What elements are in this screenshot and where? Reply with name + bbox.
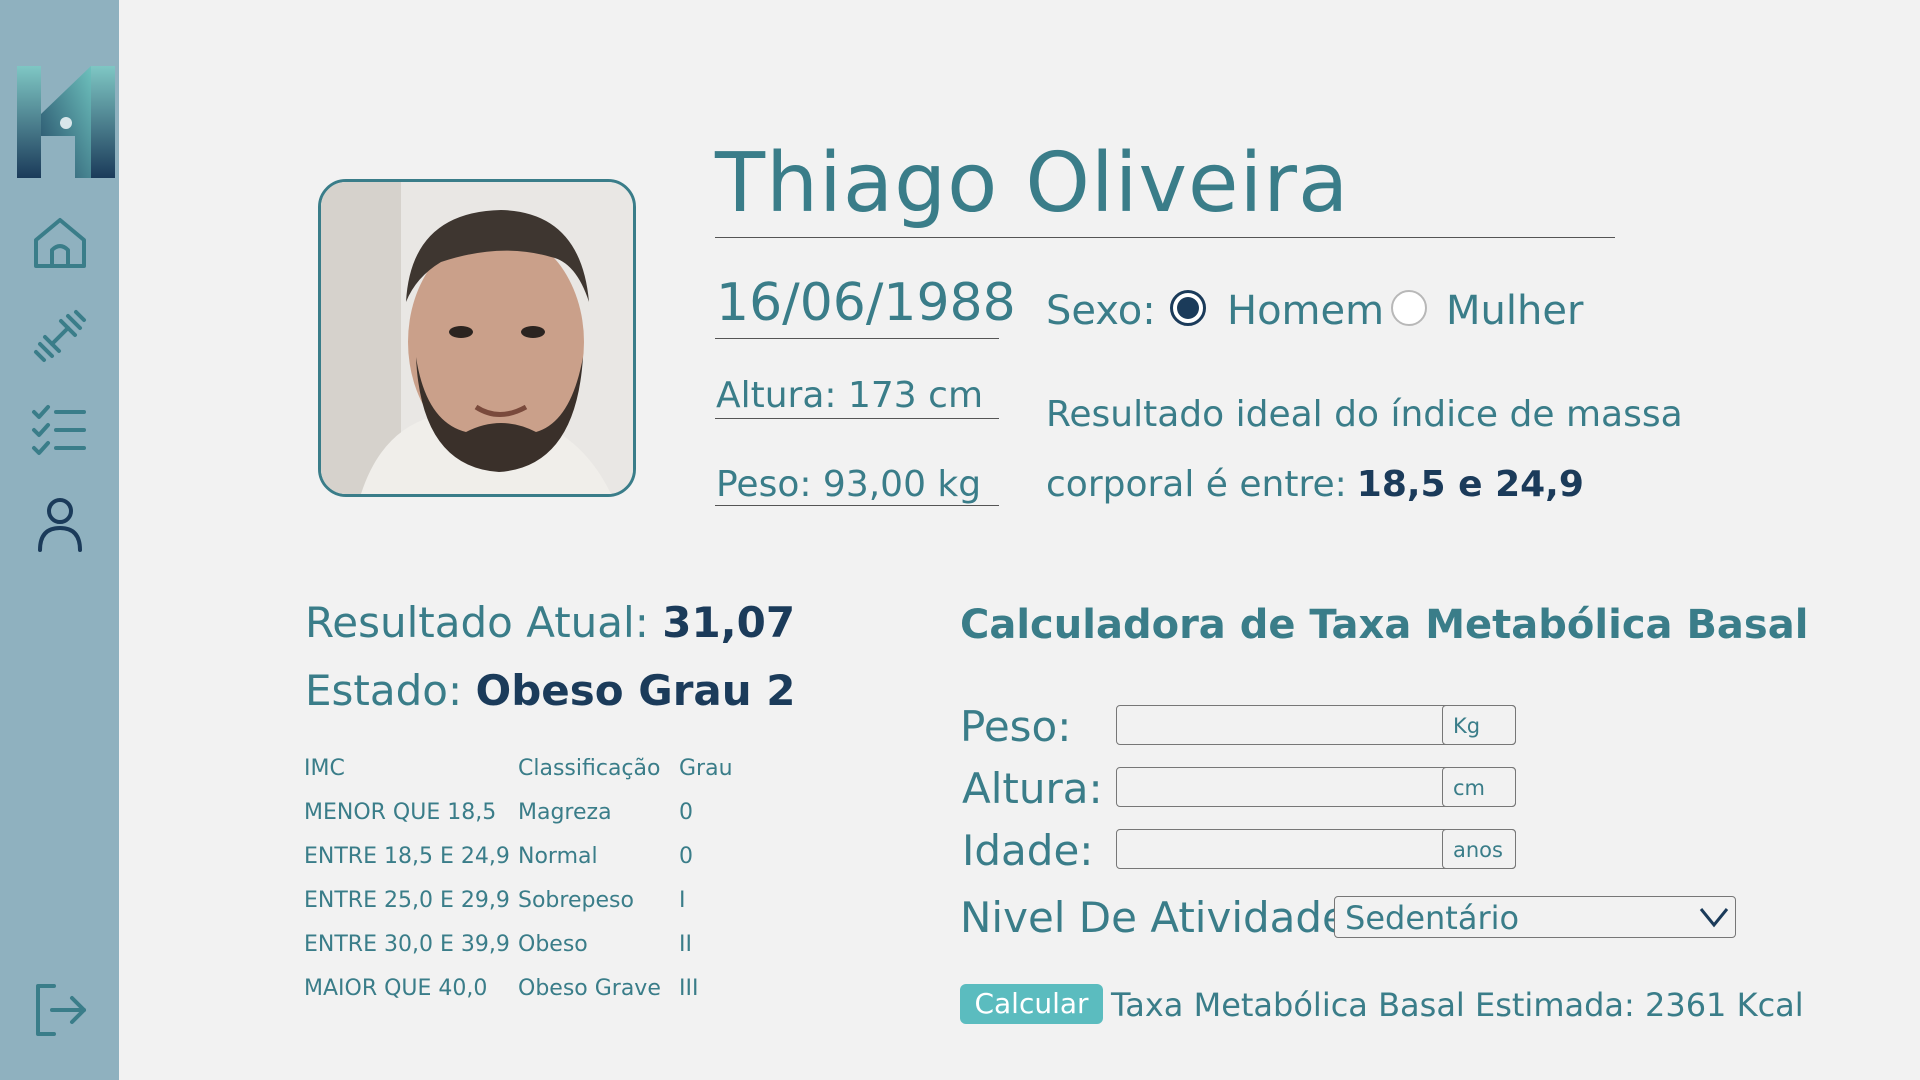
table-row: ENTRE 25,0 E 29,9 Sobrepeso I xyxy=(304,888,739,932)
table-cell: MENOR QUE 18,5 xyxy=(304,800,497,825)
bmr-result: Taxa Metabólica Basal Estimada: 2361 Kca… xyxy=(1111,986,1804,1024)
table-cell: III xyxy=(679,976,699,1001)
table-cell: ENTRE 25,0 E 29,9 xyxy=(304,888,510,913)
bmi-table: IMC Classificação Grau MENOR QUE 18,5 Ma… xyxy=(304,756,739,1020)
activity-label: Nivel De Atividade : xyxy=(960,893,1376,942)
table-cell: MAIOR QUE 40,0 xyxy=(304,976,488,1001)
app-logo xyxy=(17,66,115,178)
radio-homem-label: Homem xyxy=(1227,288,1385,334)
table-cell: Normal xyxy=(518,844,598,869)
checklist-icon[interactable] xyxy=(30,400,90,460)
age-unit: anos xyxy=(1442,829,1516,869)
weight-text: Peso: 93,00 kg xyxy=(716,464,982,505)
table-cell: 0 xyxy=(679,800,693,825)
weight-input[interactable] xyxy=(1117,706,1445,744)
table-row: ENTRE 30,0 E 39,9 Obeso II xyxy=(304,932,739,976)
radio-homem[interactable] xyxy=(1170,290,1206,326)
chevron-down-icon xyxy=(1699,908,1729,928)
radio-mulher[interactable] xyxy=(1391,290,1427,326)
radio-mulher-label: Mulher xyxy=(1446,288,1584,334)
sidebar xyxy=(0,0,119,1080)
activity-selected-value: Sedentário xyxy=(1345,899,1520,937)
bmi-result-value: 31,07 xyxy=(662,598,796,647)
table-cell: Obeso xyxy=(518,932,588,957)
weight-label: Peso: xyxy=(960,702,1072,751)
table-cell: Obeso Grave xyxy=(518,976,661,1001)
table-cell: ENTRE 18,5 E 24,9 xyxy=(304,844,510,869)
bmi-state: Estado: Obeso Grau 2 xyxy=(305,666,796,715)
height-underline xyxy=(715,418,999,419)
height-input[interactable] xyxy=(1117,768,1445,806)
table-row: MENOR QUE 18,5 Magreza 0 xyxy=(304,800,739,844)
bmi-result-label: Resultado Atual: xyxy=(305,598,649,647)
table-cell: Magreza xyxy=(518,800,612,825)
age-input[interactable] xyxy=(1117,830,1445,868)
name-underline xyxy=(715,237,1615,238)
table-cell: II xyxy=(679,932,692,957)
table-header: Classificação xyxy=(518,756,661,781)
table-header: IMC xyxy=(304,756,345,781)
calculator-title: Calculadora de Taxa Metabólica Basal xyxy=(960,602,1809,648)
weight-field: Kg xyxy=(1116,705,1516,745)
table-cell: ENTRE 30,0 E 39,9 xyxy=(304,932,510,957)
height-unit: cm xyxy=(1442,767,1516,807)
birth-date-underline xyxy=(715,338,999,339)
dumbbell-icon[interactable] xyxy=(30,306,90,366)
ideal-bmi-label: corporal é entre: xyxy=(1046,464,1347,505)
age-field: anos xyxy=(1116,829,1516,869)
table-header-row: IMC Classificação Grau xyxy=(304,756,739,800)
user-icon[interactable] xyxy=(30,494,90,554)
birth-date: 16/06/1988 xyxy=(716,273,1016,333)
ideal-bmi-value: 18,5 e 24,9 xyxy=(1356,464,1584,505)
height-field: cm xyxy=(1116,767,1516,807)
height-label: Altura: xyxy=(962,764,1103,813)
table-cell: Sobrepeso xyxy=(518,888,634,913)
home-icon[interactable] xyxy=(30,212,90,272)
table-cell: I xyxy=(679,888,686,913)
height-text: Altura: 173 cm xyxy=(716,375,984,416)
logout-icon[interactable] xyxy=(30,980,90,1040)
profile-name: Thiago Oliveira xyxy=(715,136,1350,231)
weight-unit: Kg xyxy=(1442,705,1516,745)
age-label: Idade: xyxy=(962,826,1094,875)
activity-select[interactable]: Sedentário xyxy=(1334,896,1736,938)
weight-underline xyxy=(715,505,999,506)
profile-photo xyxy=(318,179,636,497)
table-header: Grau xyxy=(679,756,733,781)
sex-label: Sexo: xyxy=(1046,288,1156,334)
ideal-bmi-text-line2: corporal é entre: 18,5 e 24,9 xyxy=(1046,464,1584,505)
ideal-bmi-text-line1: Resultado ideal do índice de massa xyxy=(1046,394,1683,435)
bmi-result: Resultado Atual: 31,07 xyxy=(305,598,795,647)
bmi-state-value: Obeso Grau 2 xyxy=(475,666,796,715)
table-cell: 0 xyxy=(679,844,693,869)
table-row: MAIOR QUE 40,0 Obeso Grave III xyxy=(304,976,739,1020)
table-row: ENTRE 18,5 E 24,9 Normal 0 xyxy=(304,844,739,888)
bmi-state-label: Estado: xyxy=(305,666,463,715)
calculate-button[interactable]: Calcular xyxy=(960,984,1103,1024)
